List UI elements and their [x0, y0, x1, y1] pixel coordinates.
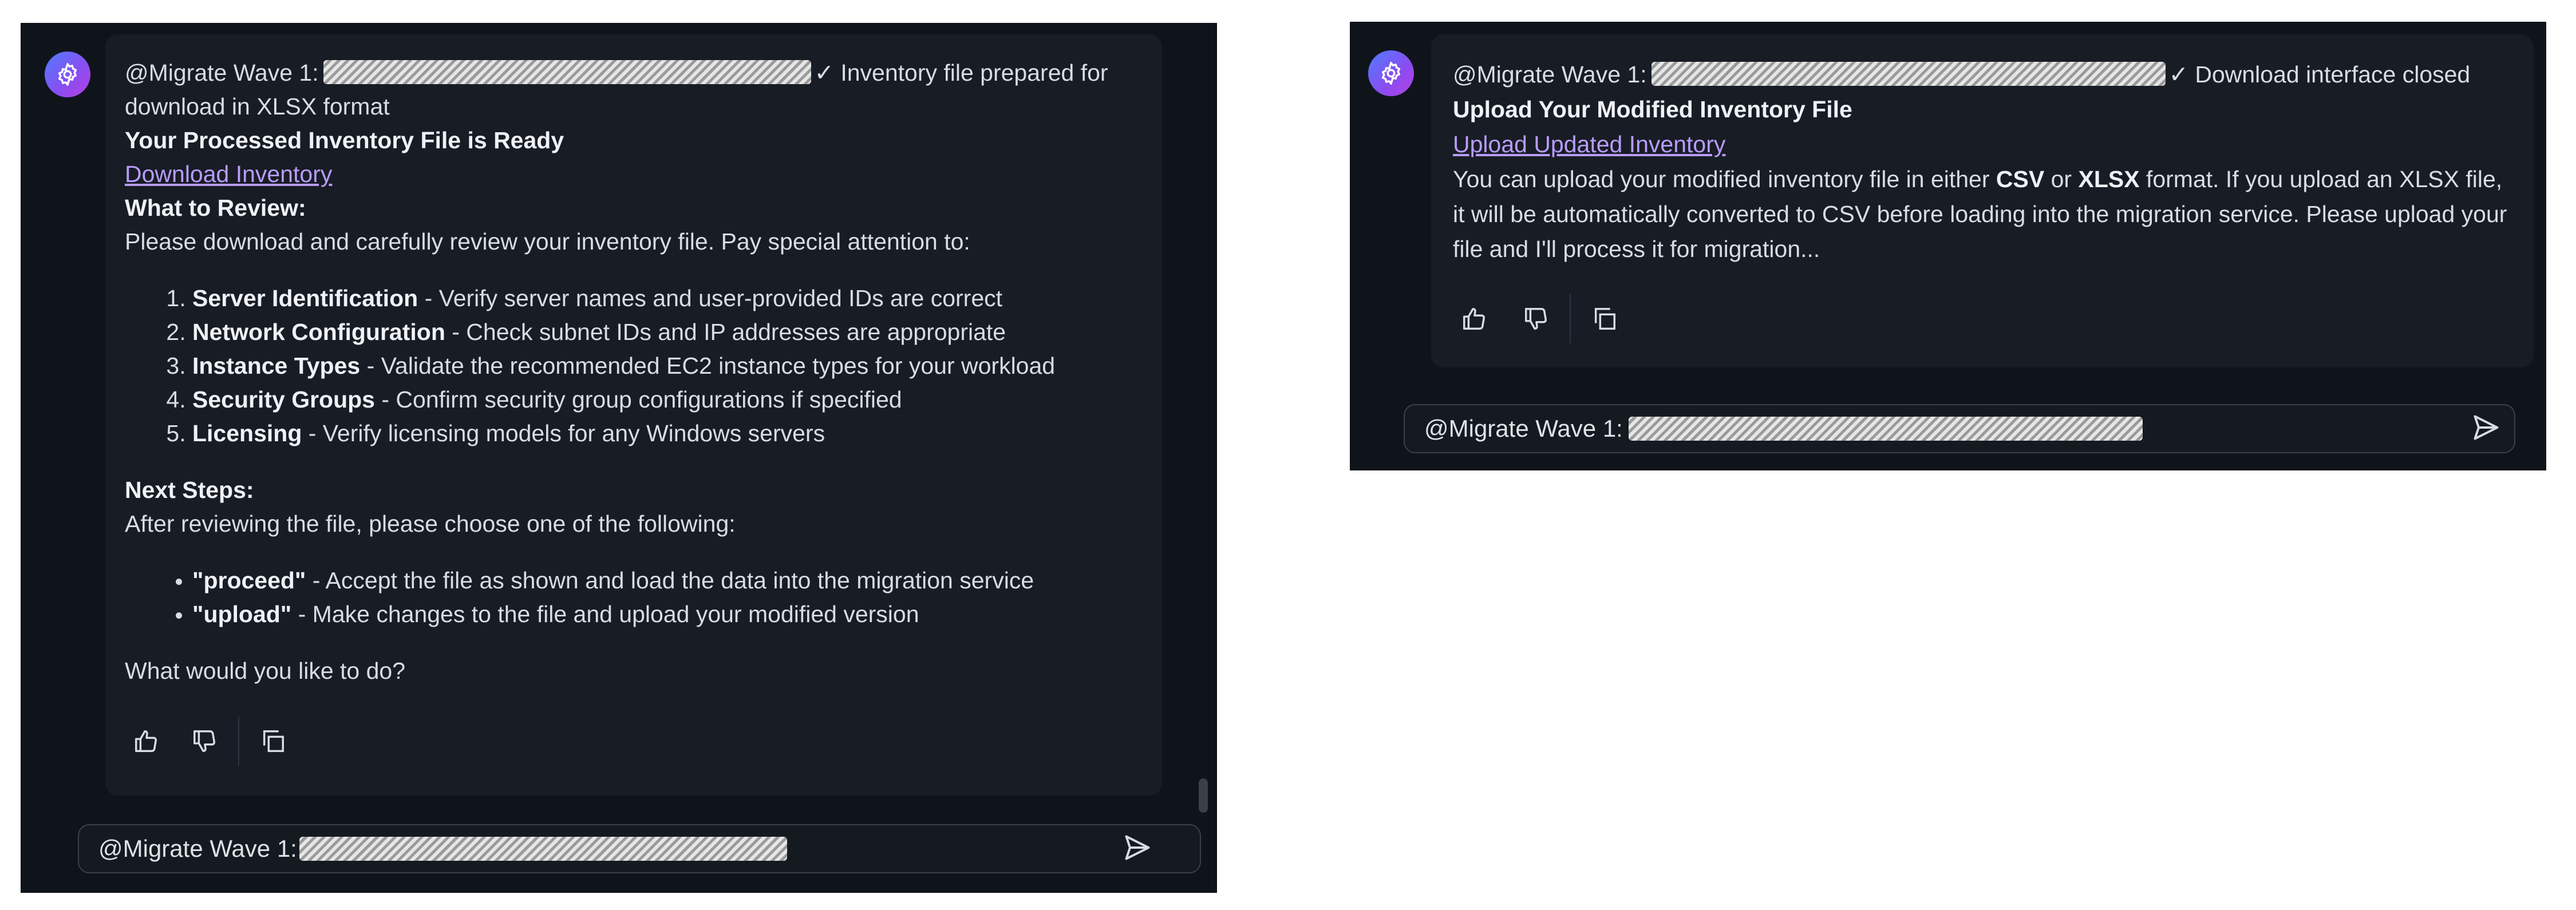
redacted-text — [299, 837, 787, 861]
divider — [238, 717, 239, 766]
thumbs-up-button[interactable] — [1453, 298, 1495, 340]
scrollbar[interactable] — [1199, 778, 1208, 813]
chat-input[interactable]: @Migrate Wave 1: — [1404, 404, 2515, 453]
message-actions — [125, 717, 294, 766]
status-text: ✓ Download interface closed — [2168, 61, 2471, 88]
assistant-avatar — [45, 52, 90, 97]
review-heading: What to Review: — [125, 195, 306, 221]
thumbs-up-icon — [1463, 308, 1485, 330]
input-prefix: @Migrate Wave 1: — [98, 835, 297, 862]
assistant-message: @Migrate Wave 1: ✓ Inventory file prepare… — [125, 56, 1149, 688]
assistant-avatar — [1368, 50, 1414, 96]
assistant-avatar-icon — [1381, 62, 1401, 85]
send-button[interactable] — [1117, 828, 1157, 868]
list-item: "upload" - Make changes to the file and … — [192, 598, 1149, 631]
assistant-message: @Migrate Wave 1: ✓ Download interface clo… — [1453, 57, 2519, 267]
list-item: Security Groups - Confirm security group… — [192, 383, 1149, 417]
divider — [1570, 294, 1571, 343]
chat-panel-right: @Migrate Wave 1: ✓ Download interface clo… — [1350, 22, 2546, 470]
next-steps-heading: Next Steps: — [125, 477, 254, 503]
message-actions — [1453, 294, 1626, 343]
message-prefix: @Migrate Wave 1: — [1453, 61, 1647, 88]
thumbs-down-button[interactable] — [183, 720, 226, 762]
thumbs-down-icon — [193, 730, 215, 752]
list-item: Server Identification - Verify server na… — [192, 282, 1149, 315]
list-item: Licensing - Verify licensing models for … — [192, 417, 1149, 450]
upload-inventory-link[interactable]: Upload Updated Inventory — [1453, 131, 1725, 157]
message-prefix: @Migrate Wave 1: — [125, 60, 319, 86]
chat-panel-left: @Migrate Wave 1: ✓ Inventory file prepare… — [21, 23, 1217, 893]
message-heading: Your Processed Inventory File is Ready — [125, 127, 564, 153]
download-inventory-link[interactable]: Download Inventory — [125, 161, 332, 187]
copy-button[interactable] — [1583, 298, 1626, 340]
redacted-text — [1628, 417, 2143, 441]
list-item: "proceed" - Accept the file as shown and… — [192, 564, 1149, 598]
review-list: Server Identification - Verify server na… — [125, 282, 1149, 450]
question-text: What would you like to do? — [125, 658, 405, 684]
thumbs-down-button[interactable] — [1515, 298, 1557, 340]
input-prefix: @Migrate Wave 1: — [1424, 415, 1623, 442]
list-item: Network Configuration - Check subnet IDs… — [192, 315, 1149, 349]
assistant-avatar-icon — [58, 63, 77, 86]
redacted-text — [1651, 62, 2166, 86]
message-heading: Upload Your Modified Inventory File — [1453, 96, 1852, 122]
list-item: Instance Types - Validate the recommende… — [192, 349, 1149, 383]
copy-icon — [1594, 308, 1615, 330]
redacted-text — [323, 60, 811, 84]
message-body: You can upload your modified inventory f… — [1453, 166, 2507, 262]
thumbs-up-icon — [135, 730, 157, 752]
next-steps-intro: After reviewing the file, please choose … — [125, 511, 736, 537]
chat-input[interactable]: @Migrate Wave 1: — [78, 824, 1201, 873]
thumbs-up-button[interactable] — [125, 720, 167, 762]
send-icon — [1125, 835, 1150, 860]
review-intro: Please download and carefully review you… — [125, 228, 970, 255]
thumbs-down-icon — [1525, 308, 1547, 330]
send-icon — [2474, 415, 2499, 440]
copy-icon — [263, 730, 284, 752]
send-button[interactable] — [2466, 407, 2506, 448]
copy-button[interactable] — [252, 720, 294, 762]
options-list: "proceed" - Accept the file as shown and… — [125, 564, 1149, 631]
